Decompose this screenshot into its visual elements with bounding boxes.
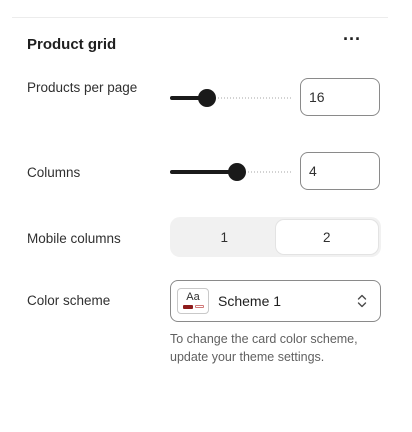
swatch-secondary-bar (195, 305, 204, 308)
products-per-page-slider[interactable] (170, 88, 292, 108)
color-scheme-select[interactable]: Aa Scheme 1 (170, 280, 381, 322)
more-options-button[interactable]: ··· (337, 30, 367, 54)
columns-input[interactable] (300, 152, 380, 190)
section-divider (12, 17, 388, 18)
columns-slider[interactable] (170, 162, 292, 182)
chevron-up-down-icon (357, 294, 367, 308)
color-scheme-help-text: To change the card color scheme, update … (170, 332, 358, 364)
slider-track-fill (170, 170, 237, 174)
swatch-primary-bar (183, 305, 193, 309)
mobile-columns-option-2[interactable]: 2 (275, 220, 378, 254)
slider-thumb[interactable] (228, 163, 246, 181)
mobile-columns-segmented-control: 1 2 (170, 217, 381, 257)
more-horizontal-icon: ··· (343, 29, 361, 49)
slider-thumb[interactable] (198, 89, 216, 107)
products-per-page-input[interactable] (300, 78, 380, 116)
swatch-sample-text: Aa (186, 291, 200, 303)
columns-label: Columns (27, 165, 81, 180)
products-per-page-label: Products per page (27, 80, 138, 95)
section-title: Product grid (27, 36, 117, 53)
color-scheme-label: Color scheme (27, 293, 111, 308)
mobile-columns-label: Mobile columns (27, 231, 121, 246)
mobile-columns-option-1[interactable]: 1 (173, 220, 276, 254)
color-scheme-swatch: Aa (177, 288, 209, 314)
color-scheme-value: Scheme 1 (218, 293, 282, 309)
